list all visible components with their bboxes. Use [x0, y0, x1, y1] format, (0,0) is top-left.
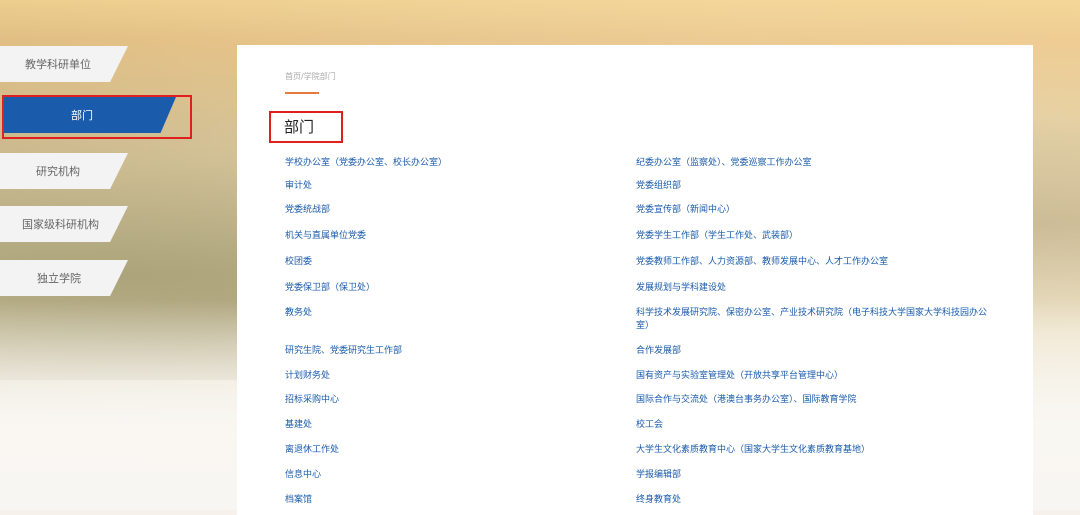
breadcrumb[interactable]: 首页/学院部门 — [285, 71, 336, 82]
department-link[interactable]: 学报编辑部 — [636, 469, 996, 482]
department-link[interactable]: 党委教师工作部、人力资源部、教师发展中心、人才工作办公室 — [636, 256, 996, 269]
sidebar-item-label: 教学科研单位 — [25, 58, 91, 71]
content-panel: 首页/学院部门 部门 学校办公室（党委办公室、校长办公室） 审计处 党委统战部 … — [237, 45, 1033, 515]
department-link[interactable]: 离退休工作处 — [285, 444, 605, 457]
page-title: 部门 — [284, 118, 315, 136]
department-link[interactable]: 计划财务处 — [285, 370, 605, 383]
department-link[interactable]: 信息中心 — [285, 469, 605, 482]
sidebar-item-national-research-institutes[interactable]: 国家级科研机构 — [0, 206, 128, 242]
department-link[interactable]: 档案馆 — [285, 494, 605, 507]
department-link[interactable]: 党委学生工作部（学生工作处、武装部） — [636, 230, 996, 243]
sidebar-item-label: 独立学院 — [37, 272, 81, 285]
sidebar-item-label: 国家级科研机构 — [22, 218, 99, 231]
department-link[interactable]: 党委宣传部（新闻中心） — [636, 204, 996, 217]
sidebar-item-teaching-research-units[interactable]: 教学科研单位 — [0, 46, 128, 82]
department-link[interactable]: 纪委办公室（监察处）、党委巡察工作办公室 — [636, 157, 996, 170]
breadcrumb-underline — [285, 92, 319, 94]
department-link[interactable]: 国有资产与实验室管理处（开放共享平台管理中心） — [636, 370, 996, 383]
department-link[interactable]: 学校办公室（党委办公室、校长办公室） — [285, 157, 605, 170]
department-link[interactable]: 机关与直属单位党委 — [285, 230, 605, 243]
department-link[interactable]: 党委组织部 — [636, 180, 996, 193]
department-link[interactable]: 招标采购中心 — [285, 394, 605, 407]
department-link[interactable]: 基建处 — [285, 419, 605, 432]
department-link[interactable]: 发展规划与学科建设处 — [636, 282, 996, 295]
department-link[interactable]: 研究生院、党委研究生工作部 — [285, 345, 605, 358]
department-link[interactable]: 合作发展部 — [636, 345, 996, 358]
department-link[interactable]: 党委统战部 — [285, 204, 605, 217]
department-link[interactable]: 党委保卫部（保卫处） — [285, 282, 605, 295]
sidebar-item-label: 部门 — [71, 109, 93, 122]
sidebar-item-departments[interactable]: 部门 — [4, 97, 176, 133]
sidebar-item-research-institutes[interactable]: 研究机构 — [0, 153, 128, 189]
department-link[interactable]: 大学生文化素质教育中心（国家大学生文化素质教育基地） — [636, 444, 996, 457]
department-link[interactable]: 审计处 — [285, 180, 605, 193]
sidebar-item-label: 研究机构 — [36, 165, 80, 178]
department-link[interactable]: 国际合作与交流处（港澳台事务办公室）、国际教育学院 — [636, 394, 996, 407]
department-link[interactable]: 终身教育处 — [636, 494, 996, 507]
department-link[interactable]: 教务处 — [285, 307, 605, 320]
department-link[interactable]: 科学技术发展研究院、保密办公室、产业技术研究院（电子科技大学国家大学科技园办公室… — [636, 307, 996, 333]
department-link[interactable]: 校团委 — [285, 256, 605, 269]
sidebar-item-independent-college[interactable]: 独立学院 — [0, 260, 128, 296]
department-link[interactable]: 校工会 — [636, 419, 996, 432]
